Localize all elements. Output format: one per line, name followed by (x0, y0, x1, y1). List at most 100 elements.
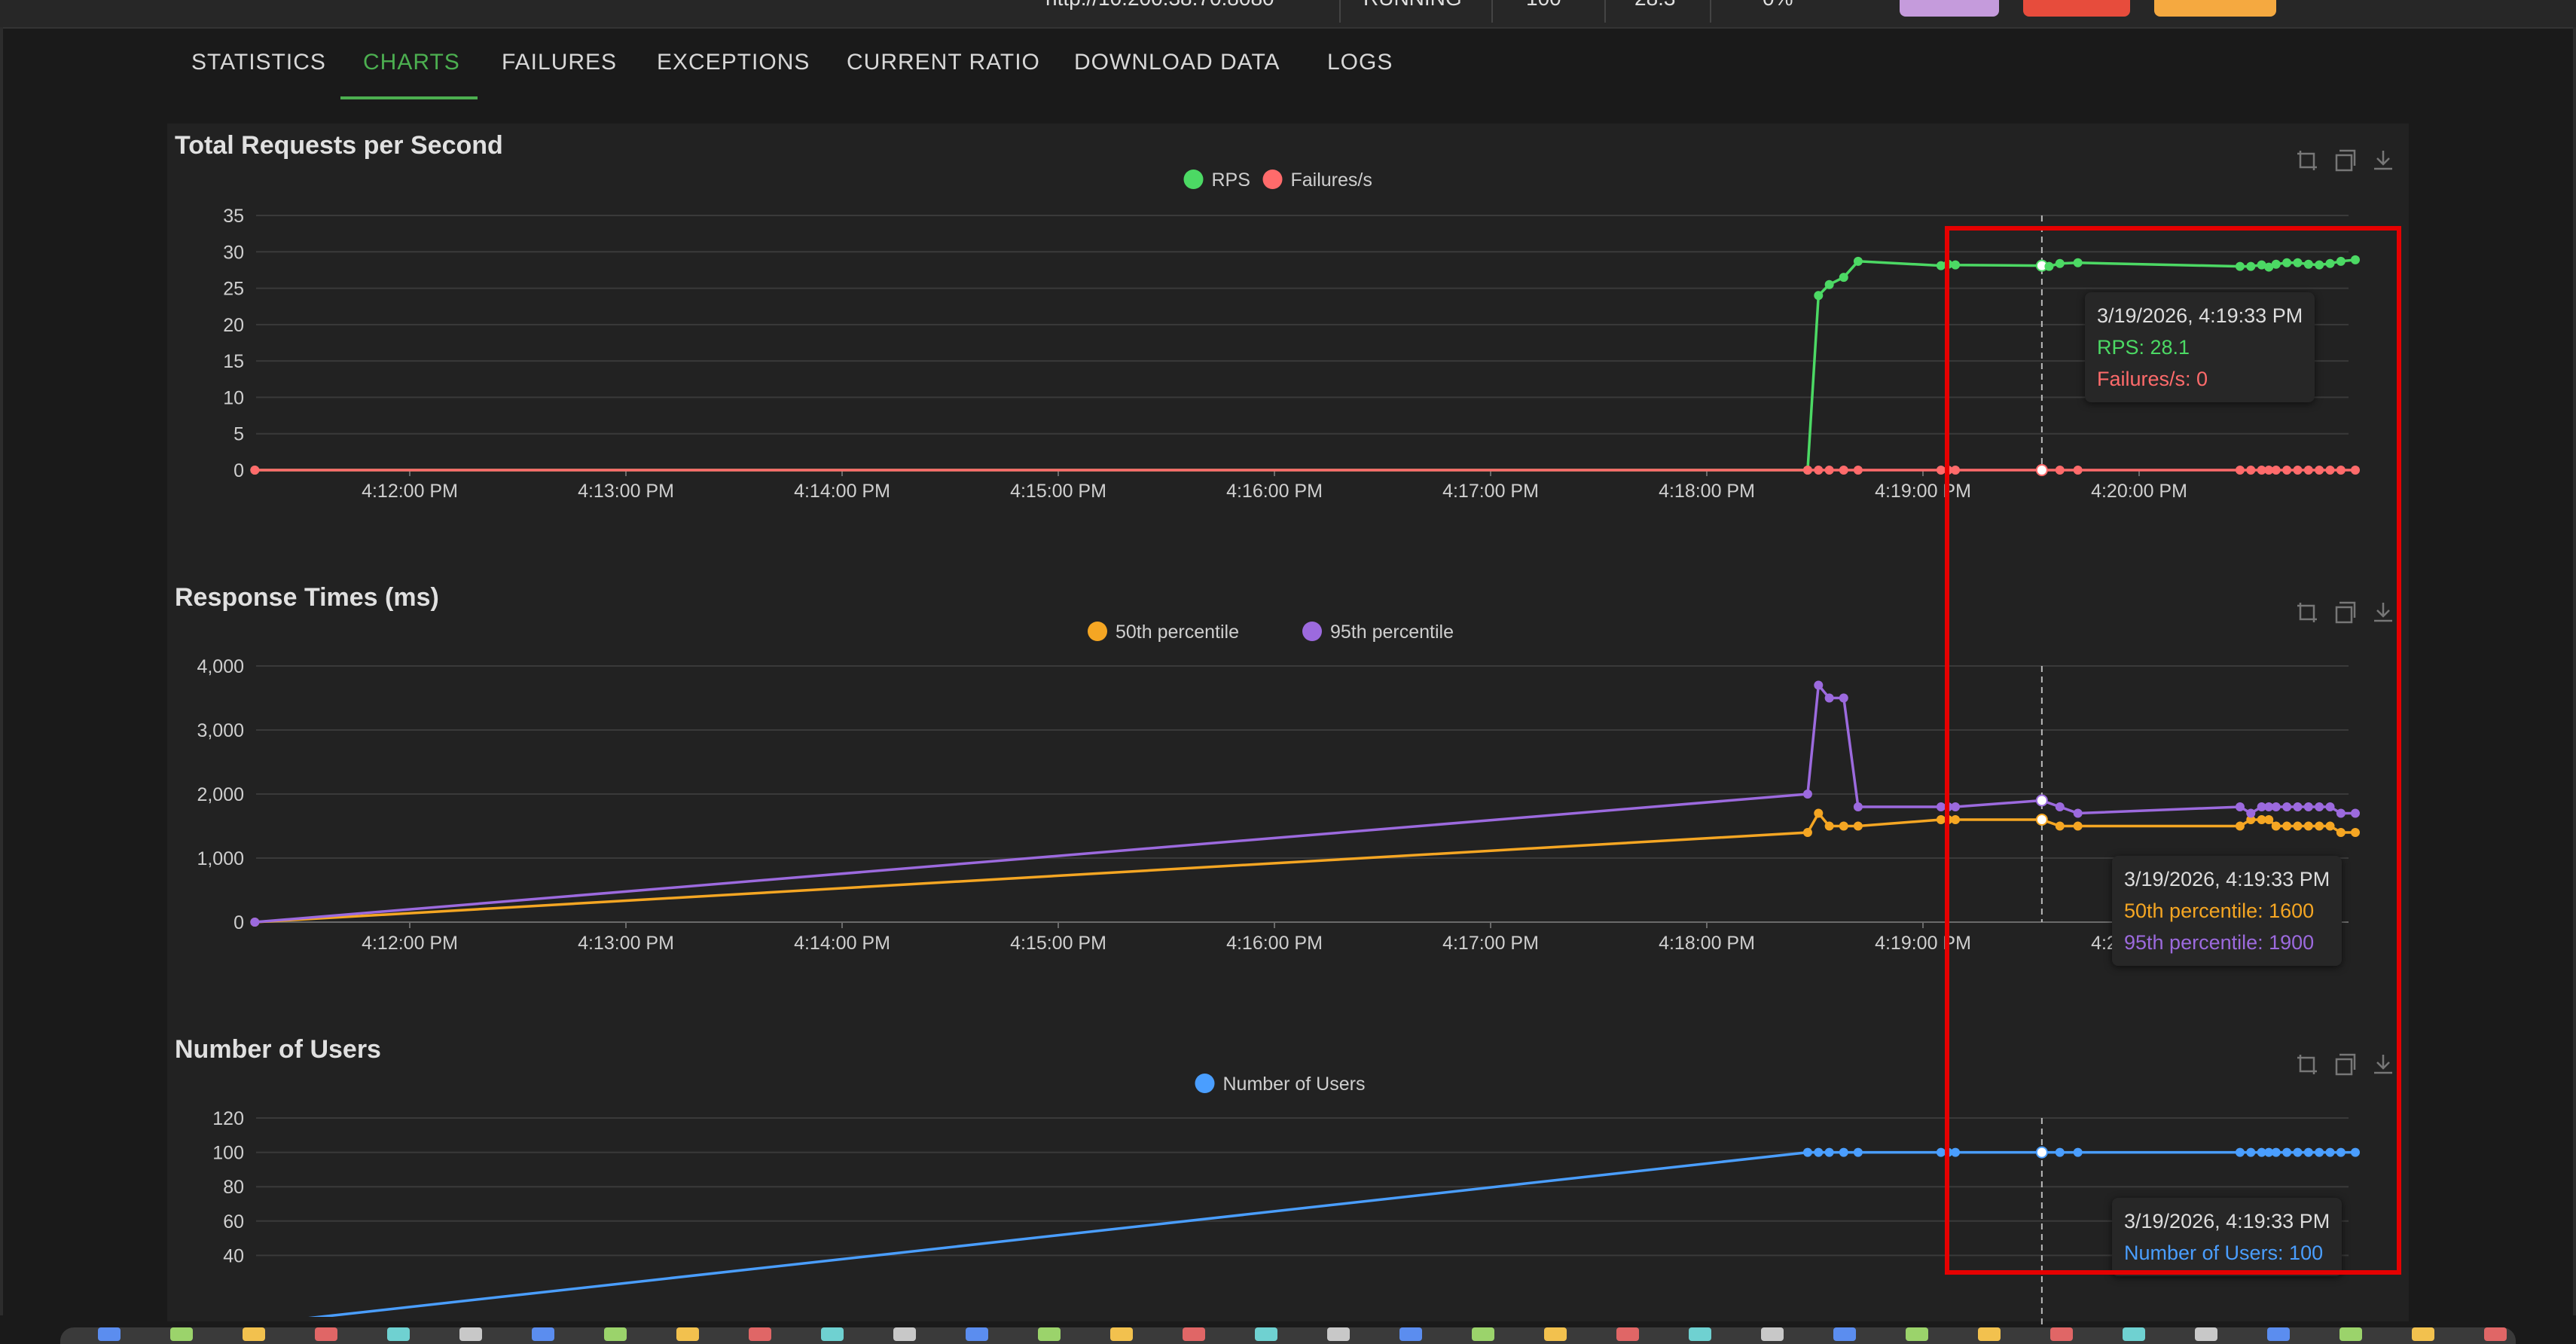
zoom-reset-icon[interactable] (2335, 149, 2356, 172)
dock-app-icon[interactable] (2267, 1327, 2290, 1341)
dock-app-icon[interactable] (532, 1327, 554, 1341)
y-tick-label: 40 (223, 1245, 244, 1266)
dock-app-icon[interactable] (1906, 1327, 1928, 1341)
data-point (2044, 261, 2054, 271)
reset-button[interactable] (2154, 0, 2276, 17)
dock-app-icon[interactable] (387, 1327, 410, 1341)
dock-app-icon[interactable] (821, 1327, 844, 1341)
legend-label: Failures/s (1291, 170, 1372, 191)
tooltip-rps: RPS: 28.1 (2097, 336, 2190, 359)
tab-failures[interactable]: FAILURES (502, 50, 617, 75)
dock-app-icon[interactable] (1544, 1327, 1567, 1341)
dock-app-icon[interactable] (459, 1327, 482, 1341)
dock-app-icon[interactable] (1833, 1327, 1856, 1341)
dock-app-icon[interactable] (2412, 1327, 2434, 1341)
data-point (1951, 802, 1961, 811)
tab-statistics[interactable]: STATISTICS (191, 50, 326, 75)
data-point (1824, 693, 1834, 703)
dock-app-icon[interactable] (966, 1327, 988, 1341)
data-point (2336, 466, 2346, 475)
data-point (2035, 464, 2048, 476)
dock-app-icon[interactable] (1183, 1327, 1205, 1341)
dock-app-icon[interactable] (1978, 1327, 2001, 1341)
data-point (2303, 259, 2313, 269)
data-point (2282, 1147, 2292, 1157)
dock-app-icon[interactable] (1472, 1327, 1494, 1341)
data-point (1824, 466, 1834, 475)
tab-download-data[interactable]: DOWNLOAD DATA (1074, 50, 1280, 75)
dock-app-icon[interactable] (98, 1327, 121, 1341)
dock-app-icon[interactable] (1110, 1327, 1133, 1341)
dock-app-icon[interactable] (2123, 1327, 2145, 1341)
data-point (1853, 821, 1863, 831)
dock-app-icon[interactable] (1399, 1327, 1422, 1341)
tab-exceptions[interactable]: EXCEPTIONS (657, 50, 810, 75)
data-point (2293, 258, 2303, 267)
data-point (2264, 802, 2274, 811)
tab-current-ratio[interactable]: CURRENT RATIO (847, 50, 1040, 75)
x-tick-label: 4:16:00 PM (1226, 933, 1323, 954)
rps-tooltip: 3/19/2026, 4:19:33 PM RPS: 28.1 Failures… (2085, 292, 2315, 402)
data-point (2257, 466, 2266, 475)
dock-app-icon[interactable] (1689, 1327, 1711, 1341)
response-tooltip: 3/19/2026, 4:19:33 PM 50th percentile: 1… (2112, 856, 2343, 966)
download-icon[interactable] (2374, 1055, 2392, 1074)
dock-app-icon[interactable] (2050, 1327, 2073, 1341)
data-point (1814, 808, 1824, 818)
dock-app-icon[interactable] (1616, 1327, 1639, 1341)
dock-app-icon[interactable] (315, 1327, 337, 1341)
series-line (255, 258, 2356, 472)
dock-app-icon[interactable] (1761, 1327, 1784, 1341)
dock-app-icon[interactable] (1038, 1327, 1061, 1341)
download-icon-shape (2374, 1055, 2392, 1074)
edit-button[interactable] (1900, 0, 1999, 17)
y-tick-label: 60 (223, 1211, 244, 1233)
stop-button[interactable] (2023, 0, 2130, 17)
tooltip-time: 3/19/2026, 4:19:33 PM (2097, 304, 2303, 327)
x-tick-label: 4:18:00 PM (1659, 481, 1755, 502)
dock-app-icon[interactable] (893, 1327, 916, 1341)
data-point (2271, 802, 2281, 811)
data-point (2035, 814, 2048, 826)
download-icon[interactable] (2374, 603, 2392, 622)
tab-charts[interactable]: CHARTS (363, 50, 460, 75)
x-tick-label: 4:17:00 PM (1442, 933, 1539, 954)
dock-app-icon[interactable] (2484, 1327, 2507, 1341)
host-url: http://10.200.38.70:8080 (1045, 0, 1274, 11)
x-tick-label: 4:20:00 PM (2091, 481, 2187, 502)
data-point (2303, 1147, 2313, 1157)
data-point (2264, 262, 2274, 272)
data-point (2257, 260, 2266, 270)
y-tick-label: 10 (223, 387, 244, 408)
data-point (2055, 802, 2065, 811)
zoom-reset-icon[interactable] (2335, 1053, 2356, 1076)
data-point (1853, 802, 1863, 811)
dock-app-icon[interactable] (749, 1327, 771, 1341)
dock-app-icon[interactable] (1327, 1327, 1350, 1341)
y-tick-label: 1,000 (197, 848, 244, 869)
legend-swatch (1183, 170, 1204, 189)
dock-app-icon[interactable] (2195, 1327, 2217, 1341)
x-tick-label: 4:16:00 PM (1226, 481, 1323, 502)
dock-app-icon[interactable] (2339, 1327, 2362, 1341)
data-point (2035, 794, 2048, 807)
tab-logs[interactable]: LOGS (1327, 50, 1393, 75)
dock-app-icon[interactable] (170, 1327, 193, 1341)
data-point (2336, 808, 2346, 818)
zoom-icon[interactable] (2297, 151, 2317, 170)
dock-app-icon[interactable] (676, 1327, 699, 1341)
x-tick-label: 4:15:00 PM (1010, 933, 1106, 954)
data-point (1853, 1147, 1863, 1157)
dock-app-icon[interactable] (604, 1327, 627, 1341)
dock-app-icon[interactable] (1255, 1327, 1277, 1341)
x-tick-label: 4:19:00 PM (1875, 933, 1971, 954)
data-point (1853, 466, 1863, 475)
data-point (2351, 828, 2360, 837)
zoom-reset-icon[interactable] (2335, 601, 2356, 624)
y-tick-label: 4,000 (197, 656, 244, 677)
dock-app-icon[interactable] (243, 1327, 265, 1341)
zoom-icon[interactable] (2297, 603, 2317, 622)
x-tick-label: 4:14:00 PM (794, 481, 890, 502)
download-icon[interactable] (2374, 151, 2392, 170)
zoom-icon[interactable] (2297, 1055, 2317, 1074)
